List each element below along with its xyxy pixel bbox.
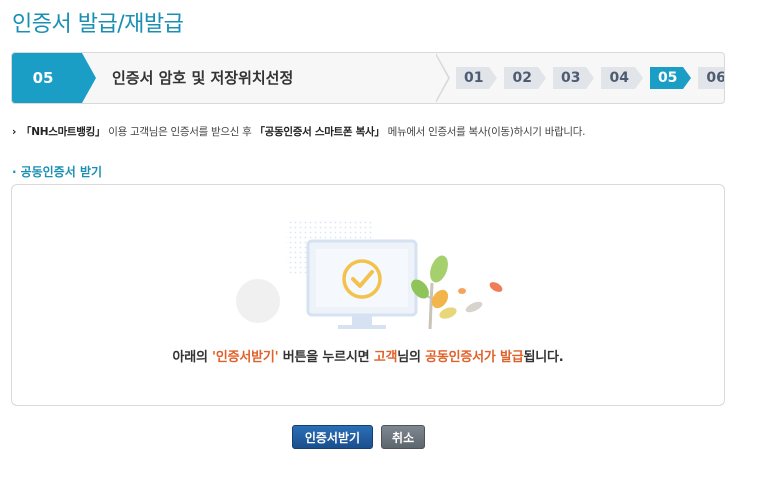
notice-menu-name: 「공동인증서 스마트폰 복사」 [254,126,385,138]
notice-app-name: 「NH스마트뱅킹」 [21,126,106,138]
step-list: 01 02 03 04 05 06 [456,67,724,89]
step-04: 04 [601,67,644,89]
step-06: 06 [698,67,724,89]
step-05: 05 [649,67,693,89]
certificate-illustration [236,221,503,330]
step-03: 03 [552,67,596,89]
receive-certificate-button[interactable]: 인증서받기 [291,425,374,449]
step-02: 02 [504,67,547,89]
current-step-arrow [82,53,96,103]
issue-instruction: 아래의 '인증서받기' 버튼을 누르시면 고객님의 공동인증서가 발급됩니다. [172,350,564,365]
cancel-button[interactable]: 취소 [381,425,426,449]
bullet-icon: · [12,165,17,179]
notice-arrow-icon: › [12,126,17,138]
action-buttons: 인증서받기 취소 [0,425,773,449]
current-step-title: 인증서 암호 및 저장위치선정 [112,69,294,87]
step-indicator: 05 인증서 암호 및 저장위치선정 01 02 03 04 05 06 [11,52,725,104]
step-01: 01 [456,67,499,89]
current-step-number: 05 [12,53,82,103]
certificate-panel: 아래의 '인증서받기' 버튼을 누르시면 고객님의 공동인증서가 발급됩니다. [11,184,725,406]
section-title: · 공동인증서 받기 [12,165,103,179]
notice-text: › 「NH스마트뱅킹」 이용 고객님은 인증서를 받으신 후 「공동인증서 스마트… [12,126,586,138]
page-title: 인증서 발급/재발급 [12,12,184,37]
